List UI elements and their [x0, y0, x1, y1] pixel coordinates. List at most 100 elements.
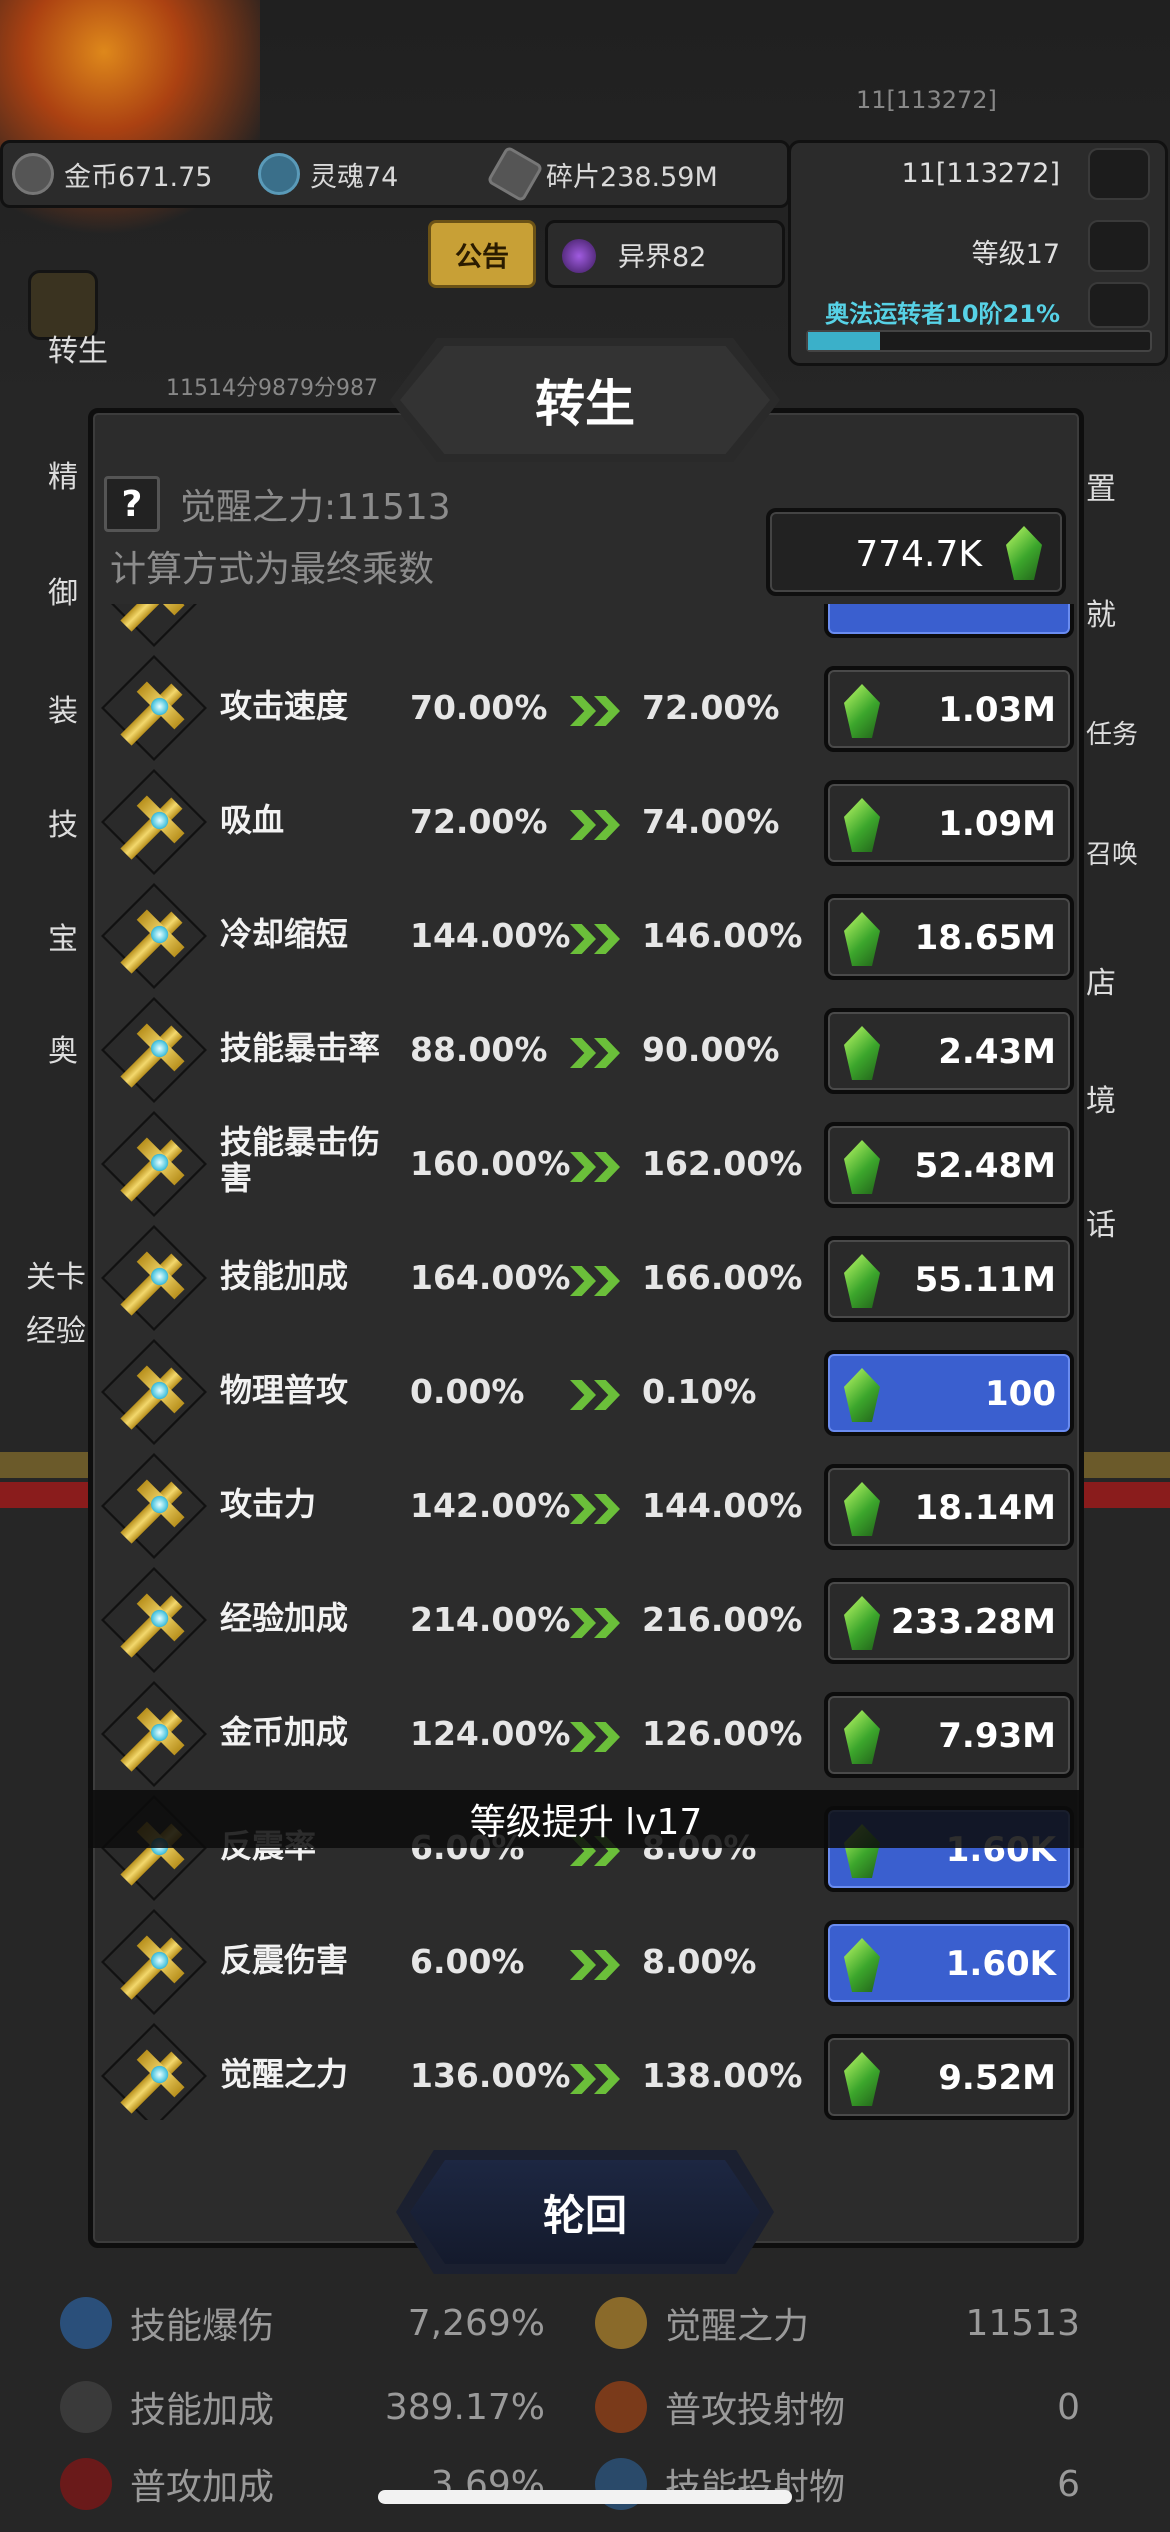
home-indicator[interactable]: [378, 2490, 792, 2504]
cross-emblem-icon: [101, 655, 207, 761]
stat-cell: 普攻投射物 0: [595, 2381, 1130, 2433]
cross-emblem-icon: [101, 1339, 207, 1445]
side-label-2: 御: [48, 576, 78, 611]
swirl-icon: [1088, 282, 1150, 328]
double-chevron-icon: [570, 810, 622, 840]
fire-orb-icon: [595, 2381, 647, 2433]
stat-value: 0: [1057, 2386, 1080, 2428]
double-chevron-icon: [570, 1950, 622, 1980]
upgrade-cost-button[interactable]: 1.09M: [824, 780, 1074, 866]
cross-emblem-icon: [101, 769, 207, 875]
stats-row-1: 技能加成 389.17% 普攻投射物 0: [60, 2372, 1130, 2442]
upgrade-row: 金币加成 124.00% 126.00% 7.93M: [96, 1678, 1076, 1792]
reincarnate-button[interactable]: 轮回: [410, 2160, 760, 2264]
upgrade-cost-value: 7.93M: [938, 1716, 1056, 1756]
awaken-emblem-icon: [595, 2297, 647, 2349]
stat-value: 6: [1057, 2463, 1080, 2505]
profile-level: 等级17: [971, 239, 1060, 270]
upgrade-cost-button[interactable]: 2.43M: [824, 1008, 1074, 1094]
side-right-label-6: 话: [1086, 1208, 1116, 1243]
upgrade-next-value: 74.00%: [642, 802, 780, 841]
currency-display: 774.7K: [766, 508, 1066, 596]
resource-gold: 金币671.75: [12, 150, 212, 198]
upgrade-current-value: 72.00%: [410, 802, 548, 841]
upgrade-cost-value: 18.65M: [914, 918, 1056, 958]
double-chevron-icon: [570, 1038, 622, 1068]
cross-emblem-icon: [101, 997, 207, 1103]
upgrade-next-value: 216.00%: [642, 1600, 803, 1639]
cross-emblem-icon: [101, 604, 207, 647]
gold-coin-icon: [12, 153, 54, 195]
stat-label: 普攻加成: [130, 2467, 275, 2508]
upgrade-name: 技能暴击伤害: [220, 1123, 381, 1197]
green-gem-icon: [844, 1938, 880, 1992]
flame-effect: [0, 0, 260, 260]
upgrade-cost-button[interactable]: 18.65M: [824, 894, 1074, 980]
upgrade-row: 攻击速度 70.00% 72.00% 1.03M: [96, 652, 1076, 766]
upgrade-row: 反震伤害 6.00% 8.00% 1.60K: [96, 1906, 1076, 2020]
portal-icon: [562, 239, 596, 273]
upgrade-cost-value: 52.48M: [914, 1146, 1056, 1186]
crown-icon: [1088, 220, 1150, 272]
upgrade-list[interactable]: 攻击速度 70.00% 72.00% 1.03M 吸血 72.00% 74.00% 1.09M…: [96, 604, 1076, 2120]
green-gem-icon: [844, 1254, 880, 1308]
upgrade-cost-value: 1.03M: [938, 690, 1056, 730]
profile-class-progress: 奥法运转者10阶21%: [825, 300, 1060, 328]
green-gem-icon: [844, 1140, 880, 1194]
stage-label: 关卡: [26, 1260, 86, 1295]
blue-flame-icon: [60, 2297, 112, 2349]
shard-icon: [486, 145, 544, 203]
realm-button[interactable]: 异界82: [545, 220, 785, 288]
upgrade-cost-button[interactable]: 52.48M: [824, 1122, 1074, 1208]
upgrade-cost-button[interactable]: [824, 604, 1074, 638]
upgrade-cost-button[interactable]: 100: [824, 1350, 1074, 1436]
upgrade-next-value: 72.00%: [642, 688, 780, 727]
green-gem-icon: [844, 1596, 880, 1650]
upgrade-cost-value: 1.60K: [945, 1944, 1056, 1984]
cross-emblem-icon: [101, 1111, 207, 1217]
stat-cell: 技能爆伤 7,269%: [60, 2297, 595, 2349]
double-chevron-icon: [570, 1494, 622, 1524]
upgrade-name: 攻击速度: [220, 687, 349, 725]
calculation-note: 计算方式为最终乘数: [110, 549, 435, 590]
upgrade-name: 金币加成: [220, 1713, 349, 1751]
green-gem-icon: [844, 798, 880, 852]
upgrade-cost-button[interactable]: 1.60K: [824, 1920, 1074, 2006]
currency-value: 774.7K: [855, 534, 982, 575]
double-chevron-icon: [570, 1722, 622, 1752]
upgrade-row: 技能暴击率 88.00% 90.00% 2.43M: [96, 994, 1076, 1108]
notice-button[interactable]: 公告: [428, 220, 536, 288]
leaf-icon: [1088, 148, 1150, 200]
upgrade-cost-button[interactable]: 18.14M: [824, 1464, 1074, 1550]
upgrade-current-value: 136.00%: [410, 2056, 571, 2095]
lightning-icon: [60, 2381, 112, 2433]
stat-value: 11513: [965, 2302, 1080, 2344]
cross-emblem-icon: [101, 883, 207, 989]
upgrade-cost-button[interactable]: 9.52M: [824, 2034, 1074, 2120]
side-right-label-5: 境: [1086, 1084, 1116, 1119]
double-chevron-icon: [570, 924, 622, 954]
side-right-label-4: 店: [1086, 966, 1116, 1001]
stats-row-0: 技能爆伤 7,269% 觉醒之力 11513: [60, 2288, 1130, 2358]
faint-score-text: 11514分9879分987: [166, 376, 378, 401]
side-label-1: 精: [48, 460, 78, 495]
upgrade-cost-value: 100: [985, 1374, 1056, 1414]
cross-emblem-icon: [101, 1681, 207, 1787]
upgrade-cost-button[interactable]: 233.28M: [824, 1578, 1074, 1664]
upgrade-cost-button[interactable]: 1.03M: [824, 666, 1074, 752]
stat-cell: 技能加成 389.17%: [60, 2381, 595, 2433]
upgrade-cost-button[interactable]: 55.11M: [824, 1236, 1074, 1322]
upgrade-row: 物理普攻 0.00% 0.10% 100: [96, 1336, 1076, 1450]
help-button[interactable]: ?: [104, 476, 160, 532]
cross-emblem-icon: [101, 1909, 207, 2015]
resource-shard: 碎片238.59M: [486, 145, 718, 203]
upgrade-row: 吸血 72.00% 74.00% 1.09M: [96, 766, 1076, 880]
upgrade-cost-button[interactable]: 7.93M: [824, 1692, 1074, 1778]
dialog-title: 转生: [400, 346, 770, 454]
side-label-5: 宝: [48, 922, 78, 957]
cross-emblem-icon: [101, 1567, 207, 1673]
side-label-6: 奥: [48, 1034, 78, 1069]
upgrade-name: 技能加成: [220, 1257, 349, 1295]
green-gem-icon: [1006, 526, 1042, 580]
upgrade-cost-value: 9.52M: [938, 2058, 1056, 2098]
